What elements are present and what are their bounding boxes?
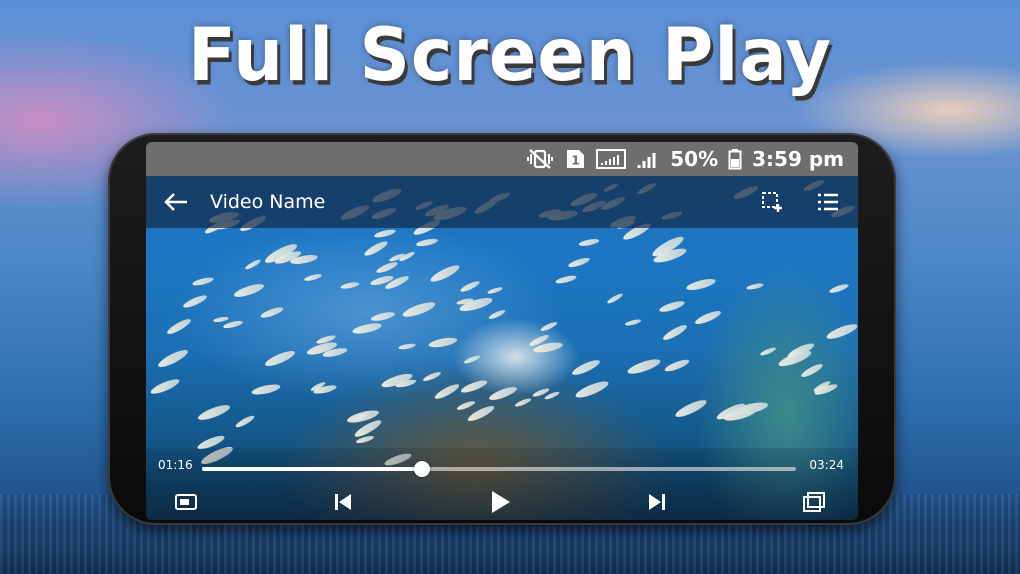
fish-school-item — [232, 281, 265, 300]
fish-school-item — [626, 356, 662, 377]
sim-badge: 1 — [572, 154, 580, 168]
fish-school-item — [363, 238, 390, 258]
popup-window-icon — [803, 492, 825, 512]
seek-bar-thumb[interactable] — [413, 461, 430, 477]
fish-school-item — [487, 286, 504, 296]
fish-school-item — [567, 255, 592, 269]
player-top-bar: Video Name — [146, 176, 858, 228]
fish-school-item — [463, 354, 481, 365]
fish-school-item — [182, 292, 209, 310]
signal-bars-icon — [636, 148, 660, 170]
screen-mode-icon — [175, 494, 197, 510]
fish-school-item — [487, 384, 519, 403]
fish-school-item — [624, 318, 642, 327]
play-button[interactable] — [486, 488, 514, 516]
fish-school-item — [759, 346, 777, 357]
popup-window-button[interactable] — [800, 488, 828, 516]
previous-button[interactable] — [329, 488, 357, 516]
fish-school-item — [401, 299, 438, 320]
fish-school-item — [540, 319, 559, 333]
fish-school-item — [421, 370, 442, 383]
back-arrow-icon — [164, 193, 187, 211]
fish-school-item — [455, 399, 476, 412]
duration-time: 03:24 — [809, 458, 844, 472]
playlist-button[interactable] — [810, 184, 846, 220]
fish-school-item — [250, 382, 281, 398]
fish-school-item — [458, 295, 495, 314]
promo-headline: Full Screen Play — [187, 11, 833, 99]
fish-school-item — [415, 237, 439, 249]
fish-school-item — [459, 377, 489, 395]
fish-school-item — [398, 342, 417, 351]
status-time: 3:59 pm — [752, 147, 844, 171]
player-controls: 01:16 03:24 — [146, 448, 858, 520]
seek-bar-progress — [202, 467, 422, 471]
battery-icon — [728, 148, 742, 170]
playlist-icon — [818, 193, 838, 211]
fish-school-item — [244, 257, 262, 271]
fish-school-item — [658, 299, 686, 315]
fish-school-item — [488, 308, 507, 321]
fish-school-item — [693, 308, 723, 327]
crop-add-button[interactable] — [754, 184, 790, 220]
video-title: Video Name — [210, 191, 326, 213]
crop-add-icon — [762, 192, 782, 212]
fish-school-item — [663, 357, 691, 374]
fish-school-item — [370, 309, 397, 323]
fish-school-item — [432, 381, 461, 401]
battery-percent: 50% — [670, 147, 719, 171]
fish-school-item — [373, 228, 397, 240]
fish-school-item — [303, 272, 323, 282]
fish-school-item — [459, 279, 481, 294]
fish-school-item — [234, 414, 256, 430]
fish-school-item — [259, 304, 284, 320]
back-button[interactable] — [158, 184, 194, 220]
fish-school-item — [746, 282, 765, 292]
fish-school-item — [799, 361, 824, 379]
seek-bar[interactable] — [202, 461, 796, 477]
fish-school-item — [213, 315, 230, 323]
fish-school-item — [661, 322, 689, 343]
fish-school-item — [428, 262, 462, 285]
fish-school-item — [577, 237, 600, 248]
status-bar: 1 50% 3:59 pm — [146, 142, 858, 176]
fish-school-item — [825, 321, 858, 342]
elapsed-time: 01:16 — [158, 458, 193, 472]
fish-school-item — [165, 316, 193, 337]
fish-school-item — [828, 282, 850, 294]
screen-mode-button[interactable] — [172, 488, 200, 516]
fish-school-item — [574, 378, 611, 401]
next-button[interactable] — [643, 488, 671, 516]
fish-school-item — [351, 321, 383, 336]
previous-icon — [335, 494, 351, 510]
fish-school-item — [428, 335, 459, 349]
fish-school-item — [375, 259, 399, 275]
phone-screen: 1 50% 3:59 pm Video Name 01:16 03:24 — [146, 142, 858, 520]
fish-school-item — [514, 396, 533, 408]
fish-school-item — [673, 396, 709, 420]
fish-school-item — [339, 281, 360, 291]
sim-icon: 1 — [564, 148, 586, 170]
signal-box-icon — [596, 148, 627, 170]
fish-school-item — [685, 276, 718, 292]
fish-school-item — [606, 292, 624, 305]
fish-school-item — [148, 376, 181, 397]
fish-school-item — [156, 347, 191, 371]
play-icon — [492, 491, 510, 513]
mute-vibrate-icon — [526, 148, 554, 170]
fish-school-item — [570, 357, 602, 378]
fish-school-item — [554, 274, 577, 286]
fish-school-item — [191, 275, 215, 287]
fish-school-item — [263, 347, 297, 369]
next-icon — [649, 494, 665, 510]
fish-school-item — [222, 319, 244, 330]
fish-school-item — [196, 402, 232, 424]
